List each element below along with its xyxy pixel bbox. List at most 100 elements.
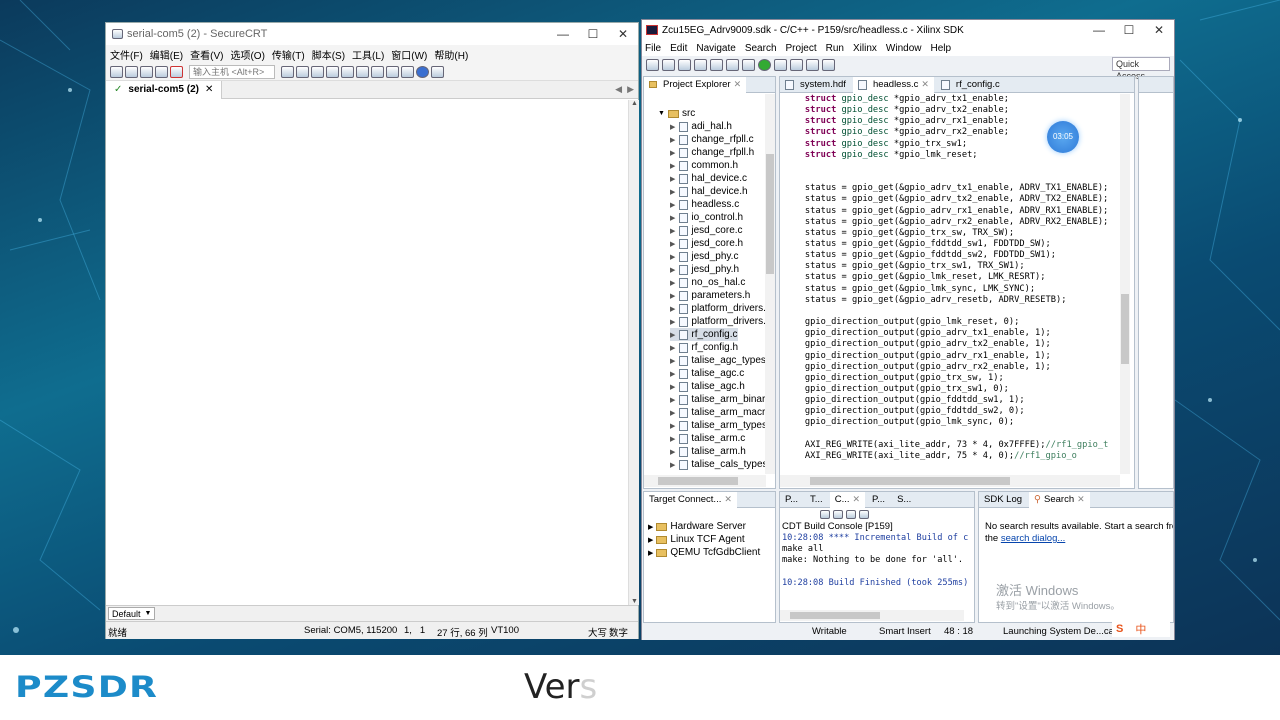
tab-sdk-log[interactable]: SDK Log (979, 492, 1027, 508)
tab-problems[interactable]: P... (780, 492, 803, 508)
menu-edit[interactable]: 编辑(E) (150, 47, 183, 62)
tab-search[interactable]: ⚲ Search ✕ (1029, 492, 1090, 508)
menu-transfer[interactable]: 传输(T) (272, 47, 305, 62)
expand-icon[interactable]: ▶ (648, 523, 653, 531)
close-icon[interactable]: ✕ (1077, 494, 1085, 505)
sftp-icon[interactable] (431, 65, 444, 78)
map-keys-icon[interactable] (386, 65, 399, 78)
expand-icon[interactable]: ▶ (670, 292, 675, 300)
sdk-menu-file[interactable]: File (645, 43, 661, 54)
expand-icon[interactable]: ▶ (670, 279, 675, 287)
expand-icon[interactable]: ▶ (670, 240, 675, 248)
console-output[interactable]: 10:28:08 **** Incremental Build of c make… (780, 533, 974, 605)
connect-icon[interactable] (110, 65, 123, 78)
tree-file-item[interactable]: ▶ rf_config.c (670, 328, 738, 341)
menu-window[interactable]: 窗口(W) (391, 47, 427, 62)
tab-system-hdf[interactable]: system.hdf (780, 77, 851, 93)
tree-file-item[interactable]: ▶ parameters.h (670, 289, 750, 302)
reconnect-icon[interactable] (155, 65, 168, 78)
tree-file-item[interactable]: ▶ change_rfpll.h (670, 146, 754, 159)
sdk-maximize-button[interactable]: ☐ (1114, 23, 1144, 37)
menu-help[interactable]: 帮助(H) (434, 47, 468, 62)
expand-icon[interactable]: ▶ (670, 318, 675, 326)
print-screen-icon[interactable] (356, 65, 369, 78)
expand-icon[interactable]: ▶ (670, 422, 675, 430)
expand-icon[interactable]: ▶ (670, 201, 675, 209)
tree-file-item[interactable]: ▶ talise_arm_binary. (670, 393, 772, 406)
tree-file-item[interactable]: ▶ common.h (670, 159, 738, 172)
tree-file-item[interactable]: ▶ jesd_phy.c (670, 250, 738, 263)
expand-icon[interactable]: ▶ (670, 331, 675, 339)
find-icon[interactable] (311, 65, 324, 78)
expand-icon[interactable]: ▼ (658, 110, 665, 117)
menu-view[interactable]: 查看(V) (190, 47, 223, 62)
tree-file-item[interactable]: ▶ talise_agc.h (670, 380, 745, 393)
help-icon[interactable] (416, 65, 429, 78)
expand-icon[interactable]: ▶ (670, 344, 675, 352)
target-hardware-server[interactable]: ▶ Hardware Server (648, 520, 746, 533)
tree-file-item[interactable]: ▶ jesd_phy.h (670, 263, 739, 276)
expand-icon[interactable]: ▶ (670, 227, 675, 235)
minimize-button[interactable]: — (548, 27, 578, 41)
connect-tab-icon[interactable] (140, 65, 153, 78)
editor-scrollbar[interactable] (1120, 94, 1130, 474)
close-icon[interactable]: ✕ (921, 79, 929, 90)
search-dialog-link[interactable]: search dialog... (1001, 533, 1065, 544)
back-icon[interactable] (806, 59, 819, 71)
run-icon[interactable] (758, 59, 771, 71)
sdk-close-button[interactable]: ✕ (1144, 23, 1174, 37)
close-icon[interactable]: ✕ (852, 494, 860, 505)
forward-icon[interactable] (822, 59, 835, 71)
quick-access-input[interactable]: Quick Access (1112, 57, 1170, 81)
save-all-icon[interactable] (678, 59, 691, 71)
menu-options[interactable]: 选项(O) (230, 47, 264, 62)
expand-icon[interactable]: ▶ (670, 435, 675, 443)
expand-icon[interactable]: ▶ (670, 149, 675, 157)
print-icon[interactable] (326, 65, 339, 78)
ime-indicator[interactable]: S 中 (1112, 621, 1170, 637)
search-icon[interactable] (790, 59, 803, 71)
tab-tasks[interactable]: T... (805, 492, 828, 508)
terminal-area[interactable] (106, 100, 628, 605)
tree-file-item[interactable]: ▶ rf_config.h (670, 341, 738, 354)
tree-file-item[interactable]: ▶ platform_drivers.h (670, 315, 771, 328)
tree-file-item[interactable]: ▶ hal_device.h (670, 185, 748, 198)
disconnect-icon[interactable] (170, 65, 183, 78)
tree-file-item[interactable]: ▶ talise_arm.c (670, 432, 745, 445)
tab-project-explorer[interactable]: Project Explorer ✕ (644, 77, 747, 93)
expand-icon[interactable]: ▶ (670, 409, 675, 417)
quick-connect-icon[interactable] (125, 65, 138, 78)
menu-tools[interactable]: 工具(L) (352, 47, 384, 62)
console-hscrollbar[interactable] (780, 610, 964, 621)
expand-icon[interactable]: ▶ (670, 357, 675, 365)
sdk-menu-search[interactable]: Search (745, 43, 777, 54)
target-linux-tcf-agent[interactable]: ▶ Linux TCF Agent (648, 533, 745, 546)
paste-icon[interactable] (296, 65, 309, 78)
scroll-down-icon[interactable]: ▼ (631, 598, 638, 605)
tree-file-item[interactable]: ▶ talise_arm.h (670, 445, 746, 458)
expand-icon[interactable]: ▶ (670, 123, 675, 131)
expand-icon[interactable]: ▶ (670, 396, 675, 404)
program-fpga-icon[interactable] (710, 59, 723, 71)
tree-file-item[interactable]: ▶ hal_device.c (670, 172, 747, 185)
tab-scroll-right-icon[interactable]: ▶ (627, 84, 634, 95)
expand-icon[interactable]: ▶ (670, 448, 675, 456)
tree-file-item[interactable]: ▶ adi_hal.h (670, 120, 732, 133)
tree-file-item[interactable]: ▶ talise_agc_types.h (670, 354, 774, 367)
sdk-menu-xilinx[interactable]: Xilinx (853, 43, 877, 54)
scroll-lock-icon[interactable] (833, 510, 843, 519)
tree-file-item[interactable]: ▶ jesd_core.h (670, 237, 743, 250)
expand-icon[interactable]: ▶ (670, 136, 675, 144)
close-icon[interactable]: ✕ (734, 79, 742, 90)
scroll-up-icon[interactable]: ▲ (631, 100, 638, 107)
tab-sdk-terminal[interactable]: S... (892, 492, 916, 508)
sdk-menu-window[interactable]: Window (886, 43, 922, 54)
settings-icon[interactable] (371, 65, 384, 78)
menu-file[interactable]: 文件(F) (110, 47, 143, 62)
tree-file-item[interactable]: ▶ headless.c (670, 198, 739, 211)
external-tools-icon[interactable] (774, 59, 787, 71)
tab-console[interactable]: C... ✕ (829, 492, 866, 508)
sdk-menu-project[interactable]: Project (786, 43, 817, 54)
tree-folder-src[interactable]: ▼ src (658, 107, 695, 120)
expand-icon[interactable]: ▶ (670, 253, 675, 261)
